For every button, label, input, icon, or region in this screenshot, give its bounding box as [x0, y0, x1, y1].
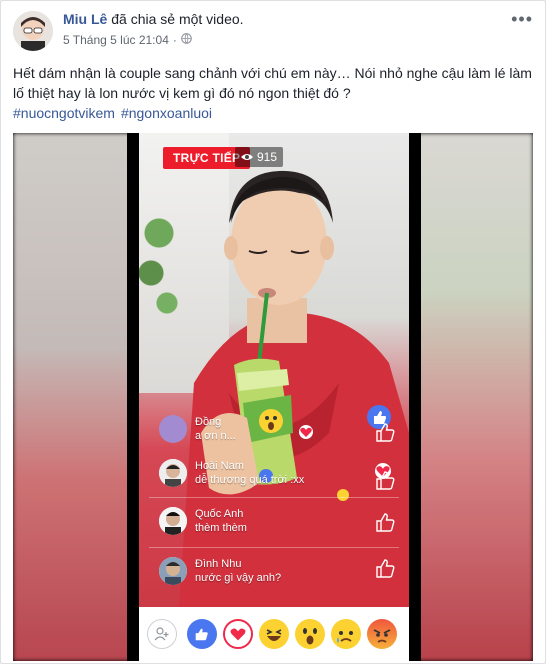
comment-text: a ơn n...	[195, 430, 236, 442]
viewer-count: 915	[235, 147, 284, 167]
comment-body: Đồng a ơn n...	[195, 415, 236, 443]
live-comment: Đồng a ơn n...	[159, 415, 379, 443]
haha-icon[interactable]	[259, 619, 289, 649]
feed-post: Miu Lê đã chia sẻ một video. 5 Tháng 5 l…	[0, 0, 546, 664]
author-avatar[interactable]	[13, 11, 53, 51]
comment-text: nước gì vậy anh?	[195, 572, 282, 584]
comment-like-icon[interactable]	[375, 511, 395, 533]
video-blur-right	[409, 133, 533, 661]
comment-like-icon[interactable]	[375, 421, 395, 443]
video-blur-left	[13, 133, 133, 661]
live-comment: Quốc Anh thèm thèm	[159, 507, 379, 535]
author-line: Miu Lê đã chia sẻ một video.	[63, 11, 244, 27]
eye-icon	[241, 150, 253, 164]
live-comment: Đình Nhu nước gì vậy anh?	[159, 557, 379, 585]
comment-text: dễ thương quá trời :xx	[195, 474, 305, 486]
meta-separator: ·	[172, 33, 177, 47]
comment-like-icon[interactable]	[375, 469, 395, 491]
comment-like-icon[interactable]	[375, 557, 395, 579]
sad-icon[interactable]	[331, 619, 361, 649]
hashtag-link[interactable]: #nuocngotvikem	[13, 105, 115, 121]
share-action-text: đã chia sẻ một video.	[107, 11, 244, 27]
like-icon[interactable]	[187, 619, 217, 649]
comment-body: Quốc Anh thèm thèm	[195, 507, 247, 535]
viewer-count-value: 915	[257, 150, 278, 164]
hashtag-link[interactable]: #ngonxoanluoi	[121, 105, 212, 121]
globe-icon[interactable]	[181, 33, 192, 47]
more-options-button[interactable]: •••	[511, 9, 533, 30]
reaction-bar	[139, 607, 409, 661]
commenter-name: Đồng	[195, 416, 222, 428]
comment-divider	[149, 547, 399, 548]
share-icon[interactable]	[147, 619, 177, 649]
person-image	[179, 170, 409, 607]
commenter-avatar	[159, 557, 187, 585]
commenter-avatar	[159, 415, 187, 443]
wow-icon[interactable]	[295, 619, 325, 649]
hashtag-list: #nuocngotvikem #ngonxoanluoi	[13, 105, 218, 121]
commenter-avatar	[159, 459, 187, 487]
comment-body: Hoài Nam dễ thương quá trời :xx	[195, 459, 304, 487]
post-body: Hết dám nhận là couple sang chảnh với ch…	[13, 65, 532, 101]
author-name[interactable]: Miu Lê	[63, 11, 107, 27]
post-text: Hết dám nhận là couple sang chảnh với ch…	[13, 63, 533, 123]
commenter-avatar	[159, 507, 187, 535]
love-icon[interactable]	[223, 619, 253, 649]
post-timestamp[interactable]: 5 Tháng 5 lúc 21:04	[63, 33, 169, 47]
comment-divider	[149, 497, 399, 498]
video-scene: TRỰC TIẾP 915 Đồng a ơn n... Hoài Nam dễ…	[139, 133, 409, 661]
commenter-name: Hoài Nam	[195, 460, 244, 472]
commenter-name: Đình Nhu	[195, 558, 242, 570]
live-comment: Hoài Nam dễ thương quá trời :xx	[159, 459, 379, 487]
angry-icon[interactable]	[367, 619, 397, 649]
haha-float-icon	[337, 489, 349, 501]
comment-text: thèm thèm	[195, 522, 247, 534]
commenter-name: Quốc Anh	[195, 508, 244, 520]
video-player[interactable]: TRỰC TIẾP 915 Đồng a ơn n... Hoài Nam dễ…	[13, 133, 533, 661]
live-video-frame: TRỰC TIẾP 915 Đồng a ơn n... Hoài Nam dễ…	[127, 133, 421, 661]
comment-body: Đình Nhu nước gì vậy anh?	[195, 557, 281, 585]
post-meta: 5 Tháng 5 lúc 21:04 ·	[63, 33, 192, 47]
